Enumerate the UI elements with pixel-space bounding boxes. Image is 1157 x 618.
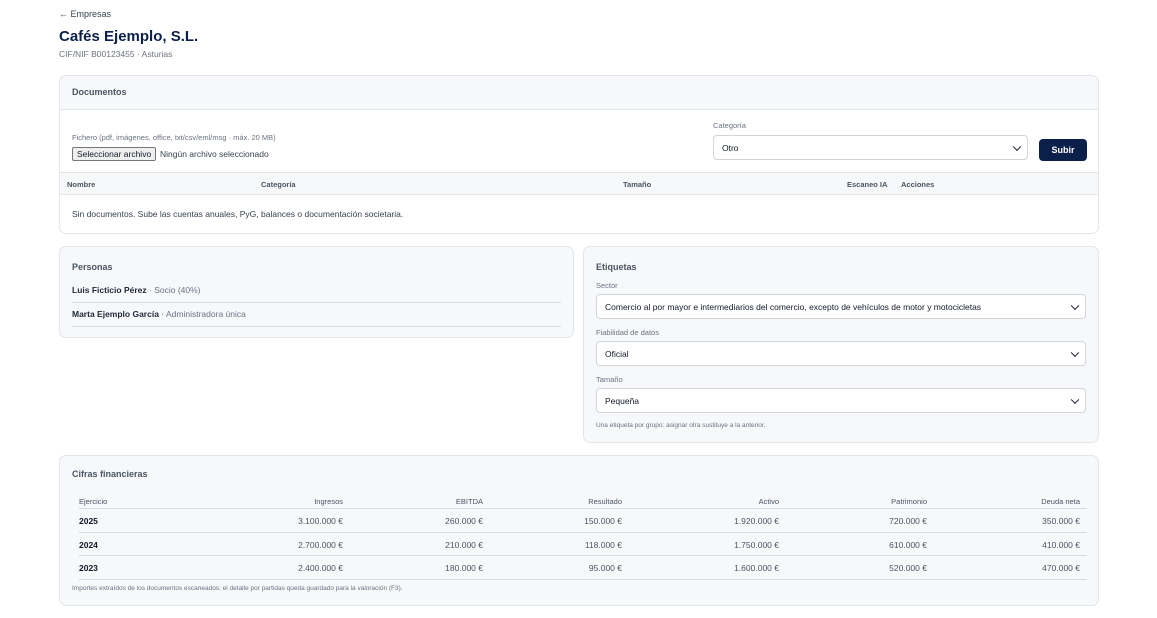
- cell-patrimonio: 720.000 €: [889, 516, 927, 526]
- table-row: 2023 2.400.000 € 180.000 € 95.000 € 1.60…: [79, 556, 1087, 580]
- cell-ingresos: 2.400.000 €: [298, 563, 343, 573]
- table-row: 2025 3.100.000 € 260.000 € 150.000 € 1.9…: [79, 509, 1087, 533]
- column-resultado: Resultado: [588, 497, 622, 506]
- person-name: Luis Ficticio Pérez: [72, 285, 147, 295]
- sector-select-value: Comercio al por mayor e intermediarios d…: [605, 301, 982, 312]
- column-escaneo-ia[interactable]: Escaneo IA: [847, 180, 887, 189]
- cell-activo: 1.920.000 €: [734, 516, 779, 526]
- cell-deuda-neta: 410.000 €: [1042, 539, 1080, 550]
- cell-deuda-neta: 470.000 €: [1042, 563, 1080, 573]
- column-patrimonio: Patrimonio: [891, 497, 927, 506]
- column-categoria[interactable]: Categoría: [261, 180, 296, 189]
- chevron-down-icon: [1070, 301, 1080, 310]
- size-select[interactable]: Pequeña: [596, 388, 1086, 413]
- file-hint: Fichero (pdf, imágenes, office, txt/csv/…: [72, 133, 276, 142]
- table-row: 2024 2.700.000 € 210.000 € 118.000 € 1.7…: [79, 533, 1087, 556]
- tags-note: Una etiqueta por grupo: asignar otra sus…: [596, 422, 766, 429]
- upload-button[interactable]: Subir: [1039, 139, 1087, 161]
- cell-ejercicio: 2023: [79, 563, 98, 573]
- documents-header: Documentos: [60, 76, 1098, 110]
- sector-label: Sector: [596, 281, 618, 290]
- reliability-select-value: Oficial: [605, 348, 629, 359]
- size-label: Tamaño: [596, 375, 623, 384]
- column-ingresos: Ingresos: [314, 497, 343, 506]
- financials-table: Ejercicio Ingresos EBITDA Resultado Acti…: [79, 491, 1087, 580]
- column-activo: Activo: [758, 497, 779, 506]
- back-to-empresas-link[interactable]: ← Empresas: [59, 9, 111, 19]
- cell-ingresos: 2.700.000 €: [298, 539, 343, 550]
- cell-resultado: 118.000 €: [584, 539, 622, 550]
- chevron-down-icon: [1070, 395, 1080, 404]
- cell-ejercicio: 2024: [79, 539, 98, 550]
- cell-ebitda: 260.000 €: [445, 516, 483, 526]
- reliability-label: Fiabilidad de datos: [596, 328, 659, 337]
- column-nombre[interactable]: Nombre: [67, 180, 95, 189]
- column-ejercicio: Ejercicio: [79, 497, 108, 506]
- documents-card: Documentos Fichero (pdf, imágenes, offic…: [59, 75, 1099, 234]
- category-select-value: Otro: [722, 142, 739, 153]
- file-status: Ningún archivo seleccionado: [160, 149, 269, 159]
- category-label: Categoría: [713, 121, 746, 130]
- financials-note: Importes extraídos de los documentos esc…: [72, 585, 403, 592]
- upload-form: Fichero (pdf, imágenes, office, txt/csv/…: [60, 110, 1098, 173]
- sector-select[interactable]: Comercio al por mayor e intermediarios d…: [596, 294, 1086, 319]
- cell-resultado: 95.000 €: [588, 563, 622, 573]
- cell-ebitda: 180.000 €: [445, 563, 483, 573]
- person-item[interactable]: Marta Ejemplo García · Administradora ún…: [72, 303, 561, 327]
- page-title: Cafés Ejemplo, S.L.: [59, 28, 199, 45]
- tags-card: Etiquetas Sector Comercio al por mayor e…: [583, 246, 1099, 443]
- cell-patrimonio: 520.000 €: [889, 563, 927, 573]
- financials-card: Cifras financieras Ejercicio Ingresos EB…: [59, 455, 1099, 606]
- select-file-button[interactable]: Seleccionar archivo: [72, 147, 157, 161]
- persons-title: Personas: [72, 262, 113, 272]
- chevron-down-icon: [1070, 348, 1080, 357]
- cell-ejercicio: 2025: [79, 516, 98, 526]
- person-name: Marta Ejemplo García: [72, 309, 159, 319]
- person-role: · Administradora única: [158, 309, 246, 319]
- cell-deuda-neta: 350.000 €: [1042, 516, 1080, 526]
- column-tamano[interactable]: Tamaño: [623, 180, 651, 189]
- documents-table-header: Nombre Categoría Tamaño Escaneo IA Accio…: [60, 173, 1098, 195]
- documents-empty-state: Sin documentos. Sube las cuentas anuales…: [60, 195, 1098, 233]
- persons-card: Personas Luis Ficticio Pérez · Socio (40…: [59, 246, 574, 338]
- person-item[interactable]: Luis Ficticio Pérez · Socio (40%): [72, 279, 561, 303]
- column-ebitda: EBITDA: [455, 497, 483, 506]
- cell-activo: 1.600.000 €: [734, 563, 779, 573]
- size-select-value: Pequeña: [605, 395, 640, 406]
- reliability-select[interactable]: Oficial: [596, 341, 1086, 366]
- person-role: · Socio (40%): [146, 285, 201, 295]
- tags-title: Etiquetas: [596, 262, 637, 272]
- column-acciones: Acciones: [901, 180, 935, 189]
- cell-ebitda: 210.000 €: [445, 539, 483, 550]
- category-select[interactable]: Otro: [713, 135, 1028, 160]
- financials-title: Cifras financieras: [72, 469, 148, 479]
- company-meta: CIF/NIF B00123455 · Asturias: [59, 49, 173, 59]
- documents-title: Documentos: [72, 87, 127, 97]
- chevron-down-icon: [1012, 142, 1022, 151]
- cell-ingresos: 3.100.000 €: [298, 516, 343, 526]
- column-deuda-neta: Deuda neta: [1041, 497, 1080, 506]
- financials-header-row: Ejercicio Ingresos EBITDA Resultado Acti…: [79, 491, 1087, 509]
- cell-patrimonio: 610.000 €: [889, 539, 927, 550]
- cell-resultado: 150.000 €: [584, 516, 622, 526]
- cell-activo: 1.750.000 €: [734, 539, 779, 550]
